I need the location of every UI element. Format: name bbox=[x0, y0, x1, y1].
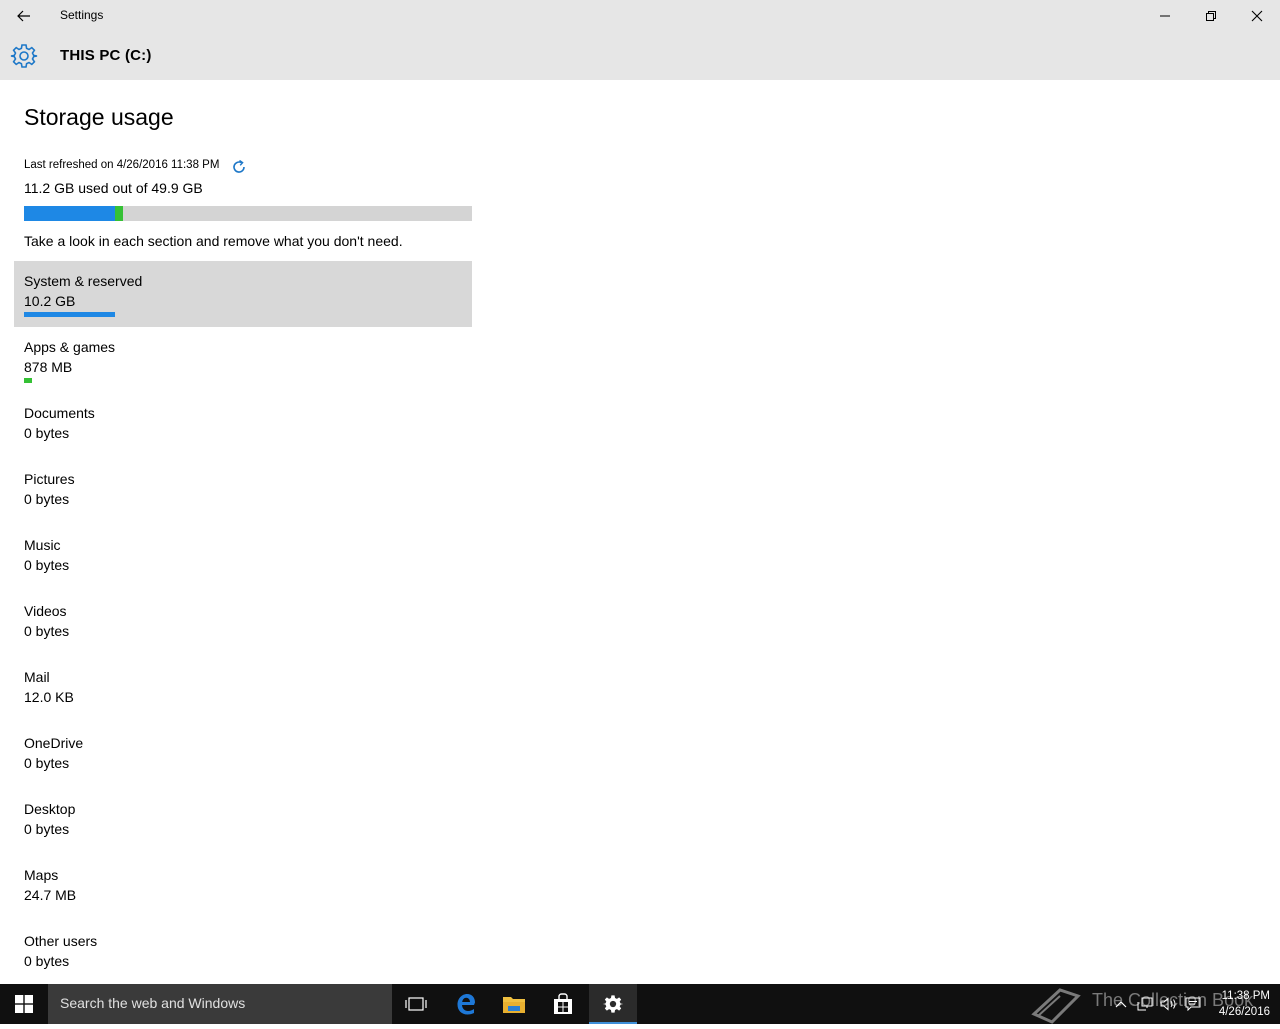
category-size: 0 bytes bbox=[24, 821, 70, 837]
restore-icon bbox=[1206, 11, 1216, 21]
hint-text: Take a look in each section and remove w… bbox=[24, 233, 403, 249]
gear-icon bbox=[602, 995, 624, 1013]
storage-content: Storage usage Last refreshed on 4/26/201… bbox=[0, 80, 1280, 984]
edge-icon bbox=[457, 994, 475, 1015]
file-explorer-button[interactable] bbox=[490, 984, 538, 1024]
store-bag-icon bbox=[554, 993, 572, 1014]
category-item[interactable]: Videos 0 bytes bbox=[14, 591, 472, 657]
refresh-icon[interactable] bbox=[230, 158, 248, 176]
category-item[interactable]: OneDrive 0 bytes bbox=[14, 723, 472, 789]
category-name: OneDrive bbox=[24, 735, 84, 751]
taskbar: Search the web and Windows The Collectio… bbox=[0, 984, 1280, 1024]
category-name: Apps & games bbox=[24, 339, 116, 355]
category-name: Documents bbox=[24, 405, 95, 421]
storage-usage-bar bbox=[24, 206, 472, 221]
category-size: 10.2 GB bbox=[24, 293, 76, 309]
task-view-button[interactable] bbox=[392, 984, 440, 1024]
category-size: 0 bytes bbox=[24, 425, 70, 441]
book-logo-icon bbox=[1031, 988, 1081, 1024]
show-hidden-icons-button[interactable] bbox=[1112, 984, 1130, 1024]
category-item[interactable]: Pictures 0 bytes bbox=[14, 459, 472, 525]
category-item[interactable]: Desktop 0 bytes bbox=[14, 789, 472, 855]
system-usage-segment bbox=[24, 206, 115, 221]
taskbar-clock[interactable]: 11:38 PM 4/26/2016 bbox=[1208, 988, 1270, 1020]
clock-date: 4/26/2016 bbox=[1218, 1006, 1270, 1018]
edge-button[interactable] bbox=[442, 984, 490, 1024]
category-size: 24.7 MB bbox=[24, 887, 77, 903]
apps-usage-segment bbox=[115, 206, 123, 221]
restore-button[interactable] bbox=[1188, 0, 1234, 32]
category-name: Pictures bbox=[24, 471, 75, 487]
clock-time: 11:38 PM bbox=[1221, 990, 1270, 1002]
category-name: Music bbox=[24, 537, 61, 553]
storage-usage-title: Storage usage bbox=[24, 104, 174, 130]
category-size: 0 bytes bbox=[24, 755, 70, 771]
close-button[interactable] bbox=[1234, 0, 1280, 32]
task-view-icon bbox=[405, 997, 427, 1011]
volume-tray-button[interactable] bbox=[1158, 984, 1180, 1024]
category-usage-bar bbox=[24, 312, 115, 317]
window-title: Settings bbox=[60, 8, 104, 22]
category-size: 0 bytes bbox=[24, 491, 70, 507]
windows-logo-icon bbox=[15, 995, 33, 1013]
category-item[interactable]: Mail 12.0 KB bbox=[14, 657, 472, 723]
action-center-button[interactable] bbox=[1182, 984, 1204, 1024]
category-usage-bar bbox=[24, 378, 32, 383]
used-summary: 11.2 GB used out of 49.9 GB bbox=[24, 180, 203, 196]
back-arrow-icon bbox=[17, 10, 30, 22]
category-item[interactable]: Documents 0 bytes bbox=[14, 393, 472, 459]
category-item[interactable]: Maps 24.7 MB bbox=[14, 855, 472, 921]
page-header: THIS PC (C:) bbox=[0, 32, 1280, 80]
category-name: Maps bbox=[24, 867, 59, 883]
taskbar-search-box[interactable]: Search the web and Windows bbox=[48, 984, 392, 1024]
title-bar: Settings bbox=[0, 0, 1280, 32]
category-item[interactable]: Other users 0 bytes bbox=[14, 921, 472, 987]
settings-taskbar-button[interactable] bbox=[589, 984, 637, 1024]
category-size: 0 bytes bbox=[24, 953, 70, 969]
start-button[interactable] bbox=[0, 984, 48, 1024]
category-item[interactable]: Music 0 bytes bbox=[14, 525, 472, 591]
folder-icon bbox=[503, 997, 525, 1013]
minimize-icon bbox=[1160, 15, 1170, 17]
minimize-button[interactable] bbox=[1142, 0, 1188, 32]
category-name: Desktop bbox=[24, 801, 76, 817]
category-name: Mail bbox=[24, 669, 50, 685]
last-refreshed-text: Last refreshed on 4/26/2016 11:38 PM bbox=[24, 159, 220, 171]
store-button[interactable] bbox=[539, 984, 587, 1024]
gear-icon bbox=[10, 44, 38, 68]
action-center-icon bbox=[1185, 997, 1201, 1011]
network-tray-button[interactable] bbox=[1134, 984, 1156, 1024]
category-size: 878 MB bbox=[24, 359, 73, 375]
back-button[interactable] bbox=[0, 0, 48, 32]
search-placeholder: Search the web and Windows bbox=[60, 995, 246, 1011]
category-size: 12.0 KB bbox=[24, 689, 74, 705]
page-title: THIS PC (C:) bbox=[60, 47, 152, 64]
category-size: 0 bytes bbox=[24, 557, 70, 573]
category-name: System & reserved bbox=[24, 273, 143, 289]
category-item[interactable]: Apps & games 878 MB bbox=[14, 327, 472, 393]
category-size: 0 bytes bbox=[24, 623, 70, 639]
category-item[interactable]: System & reserved 10.2 GB bbox=[14, 261, 472, 327]
close-icon bbox=[1251, 10, 1263, 22]
speaker-icon bbox=[1160, 997, 1176, 1011]
chevron-up-icon bbox=[1115, 1001, 1127, 1008]
category-name: Other users bbox=[24, 933, 98, 949]
network-icon bbox=[1137, 997, 1153, 1011]
category-name: Videos bbox=[24, 603, 67, 619]
